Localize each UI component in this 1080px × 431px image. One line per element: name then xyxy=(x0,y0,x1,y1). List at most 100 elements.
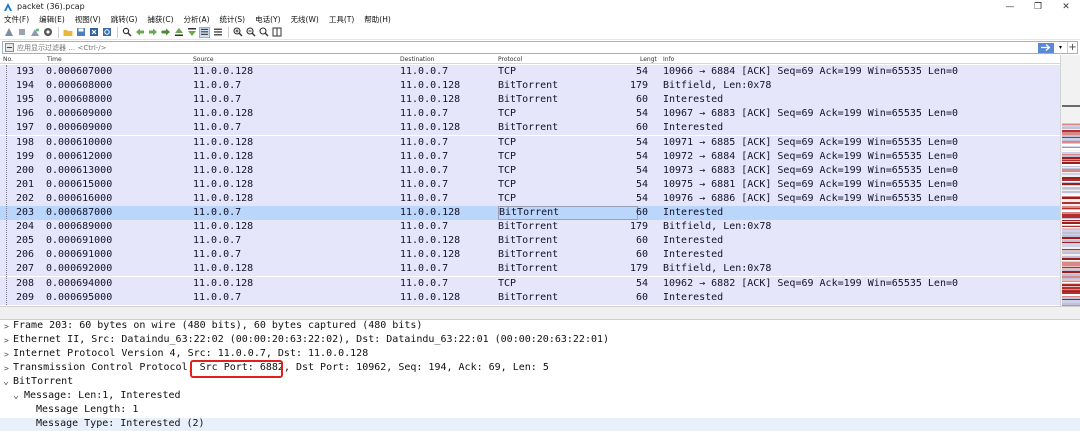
colorize-icon[interactable] xyxy=(212,27,223,38)
menu-wireless[interactable]: 无线(W) xyxy=(291,14,319,25)
expand-arrow-icon[interactable]: > xyxy=(4,336,9,345)
packet-row[interactable]: 205 0.000691000 11.0.0.7 11.0.0.128 BitTorre… xyxy=(0,234,1060,249)
detail-row-frame[interactable]: > Frame 203: 60 bytes on wire (480 bits)… xyxy=(0,320,1080,334)
packet-cell-info: 10966 → 6884 [ACK] Seq=69 Ack=199 Win=65… xyxy=(663,66,959,77)
display-filter-input[interactable] xyxy=(17,42,1038,53)
maximize-button[interactable]: ❐ xyxy=(1024,0,1052,13)
packet-row[interactable]: 206 0.000691000 11.0.0.7 11.0.0.128 BitTorre… xyxy=(0,248,1060,263)
packet-row[interactable]: 208 0.000694000 11.0.0.128 11.0.0.7 TCP 54 109… xyxy=(0,276,1060,291)
menu-help[interactable]: 帮助(H) xyxy=(364,14,391,25)
apply-filter-button[interactable] xyxy=(1038,42,1054,53)
packet-row[interactable]: 202 0.000616000 11.0.0.128 11.0.0.7 TCP 54 109… xyxy=(0,191,1060,206)
packet-row[interactable]: 200 0.000613000 11.0.0.128 11.0.0.7 TCP 54 109… xyxy=(0,163,1060,178)
collapse-arrow-icon[interactable]: ⌄ xyxy=(13,390,19,401)
minimap-stripe xyxy=(1062,181,1080,182)
minimap-stripe xyxy=(1062,132,1080,133)
zoom-in-icon[interactable] xyxy=(232,27,243,38)
packet-row[interactable]: 209 0.000695000 11.0.0.7 11.0.0.128 BitTorre… xyxy=(0,290,1060,305)
bookmark-icon[interactable] xyxy=(5,43,14,52)
collapse-arrow-icon[interactable]: ⌄ xyxy=(3,376,9,387)
minimap-stripe xyxy=(1062,285,1080,286)
pane-splitter[interactable] xyxy=(0,306,1080,320)
packet-row[interactable]: 203 0.000687000 11.0.0.7 11.0.0.128 BitTorre… xyxy=(0,206,1060,221)
go-back-icon[interactable] xyxy=(134,27,145,38)
packet-row[interactable]: 195 0.000608000 11.0.0.7 11.0.0.128 BitTorre… xyxy=(0,93,1060,108)
open-file-icon[interactable] xyxy=(62,27,73,38)
packet-row[interactable]: 198 0.000610000 11.0.0.128 11.0.0.7 TCP 54 109… xyxy=(0,135,1060,150)
minimap-stripe xyxy=(1062,166,1080,167)
packet-row[interactable]: 194 0.000608000 11.0.0.7 11.0.0.128 BitTorre… xyxy=(0,79,1060,94)
find-packet-icon[interactable] xyxy=(121,27,132,38)
minimap-stripe xyxy=(1062,227,1080,228)
capture-options-icon[interactable] xyxy=(42,27,53,38)
wireshark-fin-icon xyxy=(4,2,12,11)
save-file-icon[interactable] xyxy=(75,27,86,38)
start-capture-icon[interactable] xyxy=(3,27,14,38)
go-to-packet-icon[interactable] xyxy=(160,27,171,38)
detail-row-message-type[interactable]: Message Type: Interested (2) xyxy=(0,418,1080,431)
close-button[interactable]: ✕ xyxy=(1052,0,1080,13)
zoom-out-icon[interactable] xyxy=(245,27,256,38)
last-packet-icon[interactable] xyxy=(186,27,197,38)
minimap-stripe xyxy=(1062,164,1080,166)
packet-cell-len: 54 xyxy=(635,277,648,289)
column-header-time[interactable]: Time xyxy=(47,56,62,63)
detail-row-bittorrent[interactable]: ⌄ BitTorrent xyxy=(0,376,1080,390)
menu-file[interactable]: 文件(F) xyxy=(4,14,29,25)
packet-row[interactable]: 196 0.000609000 11.0.0.128 11.0.0.7 TCP 54 109… xyxy=(0,107,1060,122)
resize-columns-icon[interactable] xyxy=(271,27,282,38)
detail-text: Frame 203: 60 bytes on wire (480 bits), … xyxy=(13,320,423,331)
packet-row[interactable]: 204 0.000689000 11.0.0.128 11.0.0.7 BitTorre… xyxy=(0,220,1060,235)
go-forward-icon[interactable] xyxy=(147,27,158,38)
menu-telephony[interactable]: 电话(Y) xyxy=(255,14,280,25)
detail-row-ethernet[interactable]: > Ethernet II, Src: Dataindu_63:22:02 (0… xyxy=(0,334,1080,348)
close-file-icon[interactable] xyxy=(88,27,99,38)
column-header-length[interactable]: Lengt xyxy=(640,56,657,63)
menu-tools[interactable]: 工具(T) xyxy=(329,14,354,25)
expand-arrow-icon[interactable]: > xyxy=(4,364,9,373)
packet-row[interactable]: 201 0.000615000 11.0.0.128 11.0.0.7 TCP 54 109… xyxy=(0,177,1060,192)
menu-edit[interactable]: 编辑(E) xyxy=(39,14,65,25)
packet-cell-info: Bitfield, Len:0x78 xyxy=(663,80,772,92)
expand-arrow-icon[interactable]: > xyxy=(4,322,9,331)
packet-row[interactable]: 193 0.000607000 11.0.0.128 11.0.0.7 TCP 54 109… xyxy=(0,65,1060,80)
restart-capture-icon[interactable] xyxy=(29,27,40,38)
column-header-info[interactable]: Info xyxy=(663,56,674,63)
packet-cell-time: 0.000695000 xyxy=(46,291,113,303)
packet-minimap-scrollbar[interactable] xyxy=(1060,55,1080,306)
first-packet-icon[interactable] xyxy=(173,27,184,38)
menu-go[interactable]: 跳转(G) xyxy=(111,14,138,25)
menu-view[interactable]: 视图(V) xyxy=(75,14,101,25)
minimize-button[interactable]: — xyxy=(996,0,1024,13)
packet-row[interactable]: 207 0.000692000 11.0.0.128 11.0.0.7 BitTorre… xyxy=(0,262,1060,277)
stop-capture-icon[interactable] xyxy=(16,27,27,38)
add-filter-button[interactable]: + xyxy=(1067,42,1077,53)
minimap-stripe xyxy=(1062,148,1080,150)
packet-cell-proto: BitTorrent xyxy=(498,80,559,92)
normal-size-icon[interactable] xyxy=(258,27,269,38)
detail-row-ipv4[interactable]: > Internet Protocol Version 4, Src: 11.0… xyxy=(0,348,1080,362)
packet-cell-src: 11.0.0.128 xyxy=(193,66,254,77)
menu-statistics[interactable]: 统计(S) xyxy=(220,14,246,25)
column-header-no[interactable]: No. xyxy=(3,56,13,63)
column-header-source[interactable]: Source xyxy=(193,56,214,63)
minimap-stripe xyxy=(1062,193,1080,194)
column-header-destination[interactable]: Destination xyxy=(400,56,434,63)
detail-row-tcp[interactable]: > Transmission Control Protocol, Src Por… xyxy=(0,362,1080,376)
menu-capture[interactable]: 捕获(C) xyxy=(147,14,173,25)
detail-row-message-length[interactable]: Message Length: 1 xyxy=(0,404,1080,418)
filter-history-dropdown[interactable]: ▾ xyxy=(1056,43,1065,53)
minimap-stripe xyxy=(1062,225,1080,226)
packet-cell-proto: BitTorrent xyxy=(498,206,638,220)
expand-arrow-icon[interactable]: > xyxy=(4,350,9,359)
column-header-protocol[interactable]: Protocol xyxy=(498,56,522,63)
packet-row[interactable]: 197 0.000609000 11.0.0.7 11.0.0.128 BitTorre… xyxy=(0,121,1060,136)
reload-file-icon[interactable] xyxy=(101,27,112,38)
packet-cell-src: 11.0.0.7 xyxy=(193,207,242,218)
detail-row-message[interactable]: ⌄ Message: Len:1, Interested xyxy=(0,390,1080,404)
menu-analyze[interactable]: 分析(A) xyxy=(184,14,210,25)
packet-details-tree: > Frame 203: 60 bytes on wire (480 bits)… xyxy=(0,320,1080,431)
minimap-stripe xyxy=(1062,271,1080,272)
autoscroll-icon[interactable] xyxy=(199,26,210,38)
packet-row[interactable]: 199 0.000612000 11.0.0.128 11.0.0.7 TCP 54 109… xyxy=(0,149,1060,164)
